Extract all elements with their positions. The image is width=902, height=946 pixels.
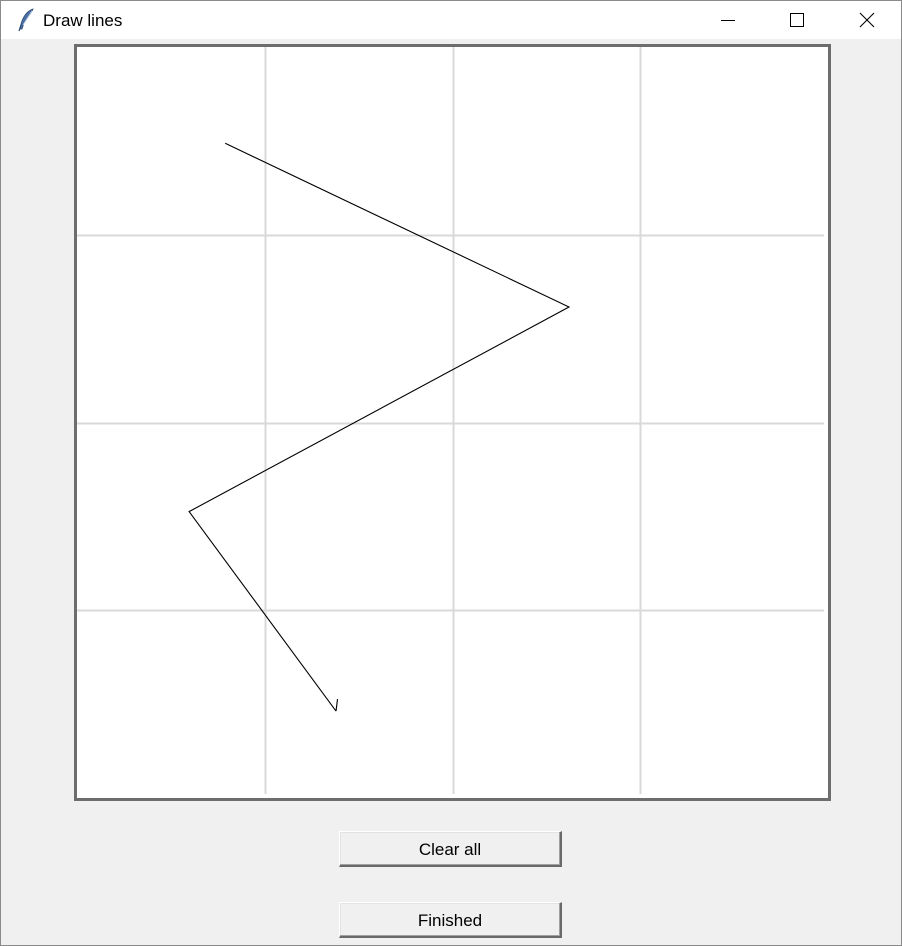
feather-icon [17, 8, 37, 32]
close-icon [859, 12, 874, 28]
drawing-canvas[interactable] [74, 44, 831, 801]
finished-button[interactable]: Finished [339, 902, 562, 938]
maximize-button[interactable] [762, 1, 831, 39]
clear-all-button[interactable]: Clear all [339, 831, 562, 867]
minimize-button[interactable] [693, 1, 762, 39]
line-end-tick [335, 699, 339, 712]
title-bar[interactable]: Draw lines [1, 1, 901, 39]
close-button[interactable] [832, 1, 901, 39]
window-title: Draw lines [43, 11, 123, 30]
app-window: Draw lines Clear all Finished [0, 0, 902, 946]
canvas-surface[interactable] [77, 47, 828, 798]
drawn-polyline [188, 142, 571, 712]
minimize-icon [720, 20, 735, 21]
maximize-icon [789, 13, 804, 27]
